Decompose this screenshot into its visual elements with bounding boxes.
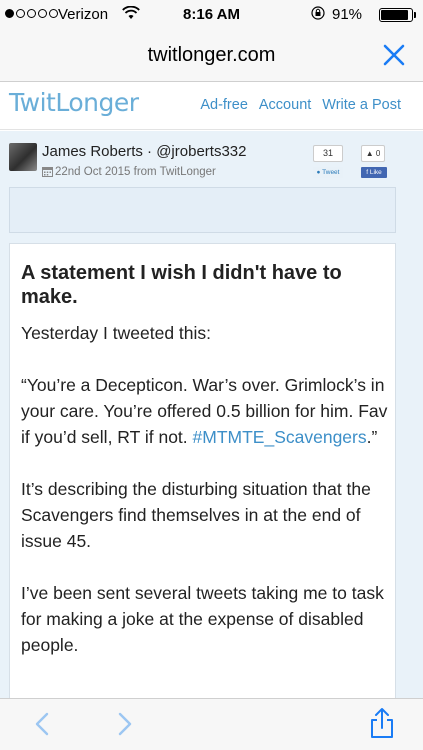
- hashtag-link[interactable]: #MTMTE_Scavengers: [193, 427, 367, 447]
- nav-ad-free[interactable]: Ad-free: [200, 97, 248, 113]
- browser-toolbar: [0, 698, 423, 750]
- post-paragraph: It’s describing the disturbing situation…: [21, 479, 371, 551]
- like-widget: ▲ 0 f Like: [361, 145, 387, 178]
- url-bar: twitlonger.com: [0, 30, 423, 82]
- facebook-icon: f: [366, 169, 369, 176]
- tweet-widget: 31 ● Tweet: [313, 145, 343, 178]
- tweet-count: 31: [313, 145, 343, 162]
- status-bar: Verizon 8:16 AM 91%: [0, 0, 423, 30]
- url-text[interactable]: twitlonger.com: [0, 44, 423, 67]
- close-icon[interactable]: [381, 42, 407, 68]
- calendar-icon: [42, 167, 53, 177]
- chevron-right-icon[interactable]: [117, 711, 133, 737]
- nav-account[interactable]: Account: [259, 97, 311, 113]
- site-header: TwitLonger Ad-free Account Write a Post: [0, 82, 423, 130]
- avatar[interactable]: [9, 143, 37, 171]
- post-paragraph-quote: “You’re a Decepticon. War’s over. Grimlo…: [21, 372, 391, 450]
- tweet-button[interactable]: ● Tweet: [313, 167, 343, 178]
- chevron-left-icon[interactable]: [34, 711, 50, 737]
- author-row: James Roberts · @jroberts332 22nd Oct 20…: [0, 131, 423, 187]
- rotation-lock-icon: [311, 6, 325, 20]
- post-card: A statement I wish I didn't have to make…: [9, 243, 396, 698]
- author-name[interactable]: James Roberts · @jroberts332: [42, 143, 246, 160]
- post-meta: 22nd Oct 2015 from TwitLonger: [55, 166, 216, 178]
- like-count: ▲ 0: [361, 145, 385, 162]
- like-count-value: 0: [375, 149, 381, 158]
- thumbs-up-icon: ▲: [365, 149, 374, 158]
- post-body: Yesterday I tweeted this: “You’re a Dece…: [21, 320, 391, 684]
- page-content: James Roberts · @jroberts332 22nd Oct 20…: [0, 131, 423, 698]
- post-paragraph: I’ve been sent several tweets taking me …: [21, 583, 384, 655]
- site-nav: Ad-free Account Write a Post: [200, 97, 401, 113]
- twitlonger-logo[interactable]: TwitLonger: [9, 88, 139, 117]
- ad-placeholder: [9, 187, 396, 233]
- share-icon[interactable]: [369, 707, 395, 739]
- post-paragraph: Yesterday I tweeted this:: [21, 323, 212, 343]
- post-title: A statement I wish I didn't have to make…: [21, 262, 342, 308]
- nav-write-a-post[interactable]: Write a Post: [322, 97, 401, 113]
- tweet-button-label: Tweet: [322, 169, 340, 176]
- like-button-label: Like: [369, 169, 382, 176]
- battery-percent: 91%: [332, 6, 363, 23]
- battery-icon: [379, 8, 413, 22]
- twitter-bird-icon: ●: [316, 169, 321, 176]
- like-button[interactable]: f Like: [361, 167, 387, 178]
- quote-end: .”: [366, 427, 378, 447]
